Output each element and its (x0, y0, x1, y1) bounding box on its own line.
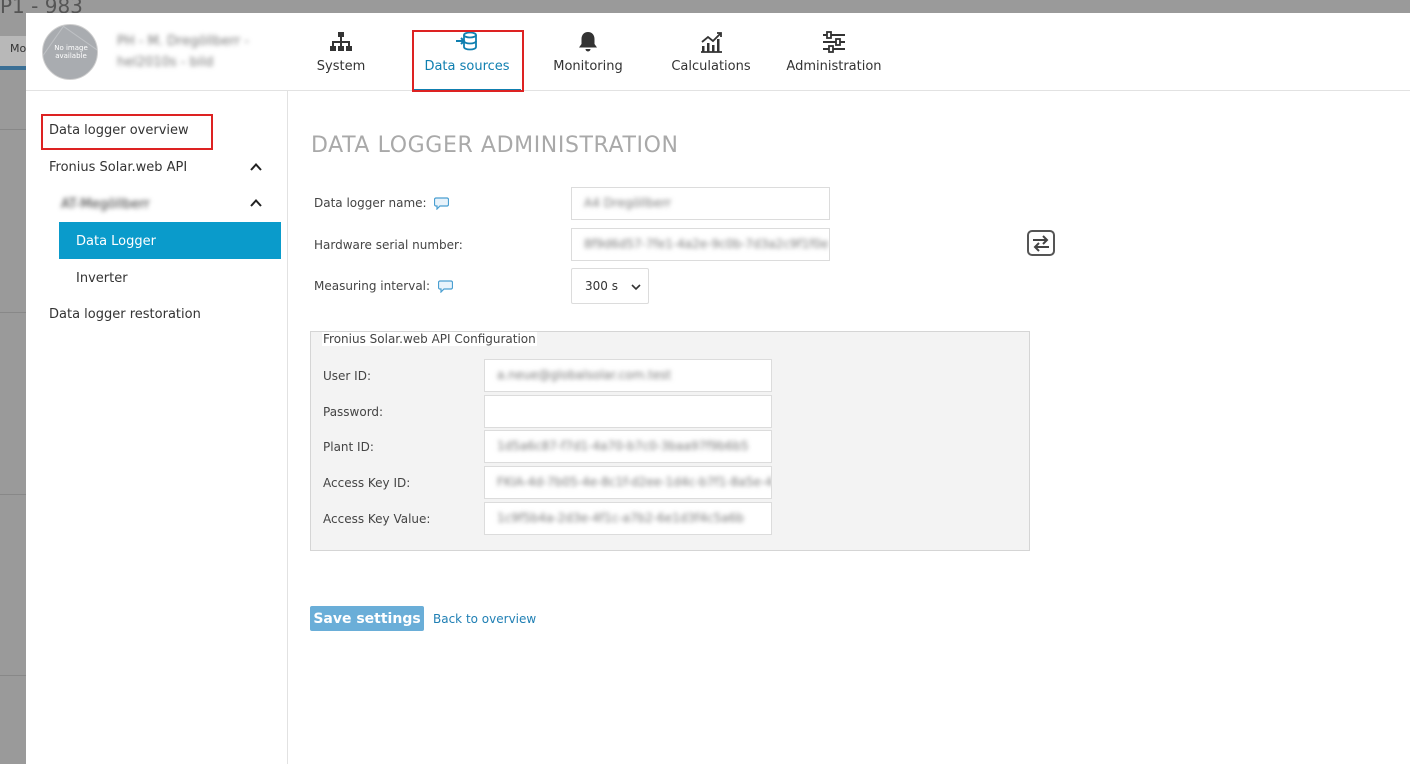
save-settings-button[interactable]: Save settings (310, 606, 424, 631)
plant-name: PH - M. Dregöllberr - hel2010s - bild (117, 31, 277, 73)
sidebar-item-data-logger[interactable]: Data Logger (59, 222, 281, 259)
chevron-down-icon (631, 284, 641, 291)
nav-tab-system-label: System (316, 59, 366, 74)
bell-icon (579, 32, 597, 52)
sidebar-item-inverter[interactable]: Inverter (76, 271, 128, 286)
nav-tab-data-sources[interactable]: Data sources (413, 13, 521, 92)
back-to-overview-link[interactable]: Back to overview (433, 612, 536, 626)
background-tab-underline (0, 66, 26, 70)
measuring-interval-label: Measuring interval: (314, 279, 453, 293)
plant-id-input[interactable]: 1d5a6c87-f7d1-4a70-b7c0-3baa97f9b6b5 (484, 430, 772, 463)
active-tab-underline (413, 89, 521, 92)
hardware-serial-label: Hardware serial number: (314, 238, 463, 252)
speech-bubble-icon[interactable] (437, 280, 453, 293)
nav-tab-data-sources-label: Data sources (424, 59, 510, 74)
user-id-value: a.neue@globalsolar.com.test (497, 368, 672, 382)
background-divider (0, 675, 26, 676)
swap-arrows-icon (1033, 235, 1049, 252)
top-navigation-bar: No image available PH - M. Dregöllberr -… (26, 13, 1410, 92)
nav-tab-administration[interactable]: Administration (784, 13, 884, 91)
hardware-serial-input[interactable]: 8f9d6d57-7fe1-4a2e-9c0b-7d3a2c9f1f0e (571, 228, 830, 261)
sitemap-icon (330, 32, 352, 51)
user-id-label: User ID: (323, 369, 371, 383)
plant-name-line1: PH - M. Dregöllberr - (117, 34, 250, 49)
swap-serial-button[interactable] (1027, 230, 1055, 256)
background-tab: Mo (0, 36, 26, 66)
background-divider (0, 312, 26, 313)
plant-id-label: Plant ID: (323, 440, 374, 454)
nav-tab-system[interactable]: System (306, 13, 376, 91)
chart-line-icon (701, 32, 722, 53)
access-key-id-input[interactable]: FKIA-4d-7b05-4e-8c1f-d2ee-1d4c-b7f1-8a5e… (484, 466, 772, 499)
sidebar: Data logger overview Fronius Solar.web A… (26, 91, 288, 764)
access-key-value-value: 1c9f5b4a-2d3e-4f1c-a7b2-6e1d3f4c5a6b (497, 511, 744, 525)
database-import-icon (456, 31, 477, 51)
background-divider (0, 129, 26, 130)
avatar-placeholder-text: No image available (54, 44, 88, 60)
data-logger-name-label-text: Data logger name: (314, 196, 427, 210)
speech-bubble-icon[interactable] (434, 197, 450, 210)
sidebar-item-data-logger-overview[interactable]: Data logger overview (49, 123, 189, 138)
access-key-value-label: Access Key Value: (323, 512, 431, 526)
data-logger-name-label: Data logger name: (314, 196, 450, 210)
hardware-serial-value: 8f9d6d57-7fe1-4a2e-9c0b-7d3a2c9f1f0e (584, 237, 829, 251)
plant-id-value: 1d5a6c87-f7d1-4a70-b7c0-3baa97f9b6b5 (497, 439, 749, 453)
chevron-up-icon[interactable] (250, 197, 262, 209)
nav-tab-monitoring[interactable]: Monitoring (543, 13, 633, 91)
data-logger-modal: No image available PH - M. Dregöllberr -… (26, 13, 1410, 764)
measuring-interval-label-text: Measuring interval: (314, 279, 431, 293)
password-label: Password: (323, 405, 384, 419)
nav-tab-administration-label: Administration (786, 59, 882, 74)
access-key-id-label: Access Key ID: (323, 476, 411, 490)
nav-tab-calculations[interactable]: Calculations (664, 13, 758, 91)
plant-avatar: No image available (42, 24, 98, 80)
plant-name-line2: hel2010s - bild (117, 55, 214, 70)
password-input[interactable] (484, 395, 772, 428)
chevron-up-icon[interactable] (250, 161, 262, 173)
access-key-value-input[interactable]: 1c9f5b4a-2d3e-4f1c-a7b2-6e1d3f4c5a6b (484, 502, 772, 535)
sidebar-item-plant-group[interactable]: AT-Megöllberr (61, 197, 150, 212)
nav-tab-calculations-label: Calculations (671, 59, 751, 74)
sidebar-item-fronius-api[interactable]: Fronius Solar.web API (49, 160, 187, 175)
background-divider (0, 494, 26, 495)
user-id-input[interactable]: a.neue@globalsolar.com.test (484, 359, 772, 392)
page-title: DATA LOGGER ADMINISTRATION (311, 133, 679, 158)
nav-tab-monitoring-label: Monitoring (553, 59, 623, 74)
measuring-interval-select[interactable]: 300 s (571, 268, 649, 304)
sliders-icon (823, 31, 845, 53)
measuring-interval-value: 300 s (585, 279, 618, 293)
data-logger-name-value: A4 Dregöllberr (584, 196, 672, 210)
access-key-id-value: FKIA-4d-7b05-4e-8c1f-d2ee-1d4c-b7f1-8a5e… (497, 475, 772, 489)
data-logger-name-input[interactable]: A4 Dregöllberr (571, 187, 830, 220)
api-configuration-legend: Fronius Solar.web API Configuration (322, 332, 537, 346)
sidebar-item-data-logger-restoration[interactable]: Data logger restoration (49, 307, 201, 322)
